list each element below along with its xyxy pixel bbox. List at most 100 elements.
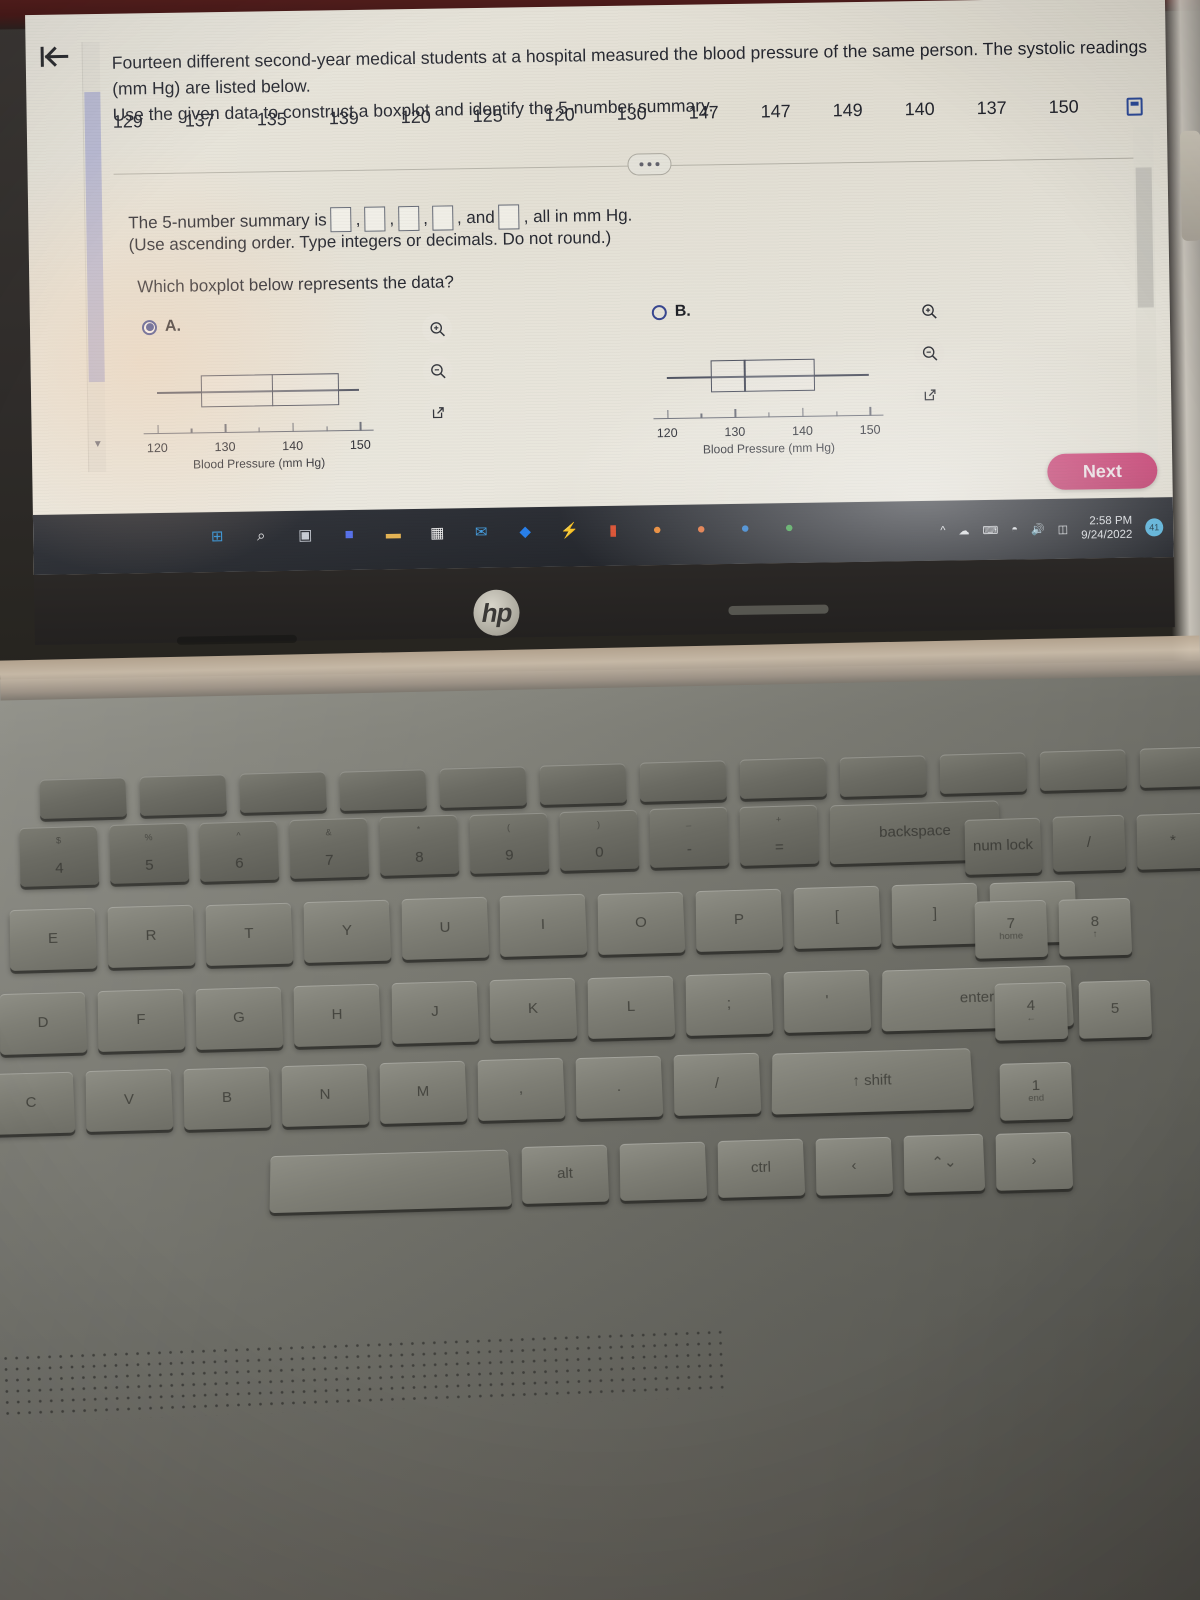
key-4[interactable]: $4 bbox=[19, 825, 100, 887]
key-blank[interactable] bbox=[739, 757, 827, 800]
key--[interactable]: / bbox=[673, 1052, 762, 1116]
clock[interactable]: 2:58 PM 9/24/2022 bbox=[1081, 514, 1133, 543]
key-n[interactable]: N bbox=[281, 1063, 370, 1127]
onedrive-icon[interactable]: ☁ bbox=[958, 524, 969, 537]
next-button[interactable]: Next bbox=[1047, 452, 1158, 491]
option-a-radio[interactable] bbox=[141, 319, 158, 335]
key-ctrl[interactable]: ctrl bbox=[717, 1139, 806, 1199]
chrome-icon[interactable]: ● bbox=[775, 513, 803, 541]
search-icon[interactable]: ⌕ bbox=[247, 521, 275, 549]
microsoft-store-icon[interactable]: ▦ bbox=[423, 518, 451, 546]
key-num-lock[interactable]: num lock bbox=[964, 817, 1043, 875]
dropbox-icon[interactable]: ◆ bbox=[511, 517, 539, 545]
key-blank[interactable] bbox=[339, 768, 427, 811]
key-d[interactable]: D bbox=[0, 991, 88, 1055]
show-hidden-icons[interactable]: ^ bbox=[940, 525, 945, 537]
key-6[interactable]: ^ 6 bbox=[199, 820, 280, 882]
key-blank[interactable] bbox=[439, 766, 527, 808]
key-blank[interactable] bbox=[939, 752, 1027, 794]
key-blank[interactable] bbox=[139, 774, 227, 817]
key--[interactable]: . bbox=[575, 1055, 664, 1119]
zoom-in-icon[interactable] bbox=[421, 313, 453, 344]
key-blank[interactable] bbox=[239, 771, 327, 814]
summary-input-4[interactable] bbox=[431, 205, 454, 231]
summary-input-2[interactable] bbox=[364, 206, 386, 232]
key-b[interactable]: B bbox=[183, 1066, 272, 1130]
option-b-radio[interactable] bbox=[651, 304, 667, 320]
key-blank[interactable] bbox=[39, 777, 127, 819]
key-k[interactable]: K bbox=[489, 978, 578, 1042]
key--[interactable]: , bbox=[477, 1058, 566, 1122]
key--[interactable]: / bbox=[1052, 815, 1127, 873]
expand-icon[interactable] bbox=[914, 379, 946, 411]
key-blank[interactable] bbox=[639, 760, 727, 803]
key-blank[interactable] bbox=[269, 1149, 513, 1214]
zoom-out-icon[interactable] bbox=[914, 337, 945, 369]
key-blank[interactable] bbox=[619, 1141, 708, 1202]
back-to-start-icon[interactable] bbox=[31, 34, 76, 79]
key-h[interactable]: H bbox=[293, 983, 382, 1047]
flash-icon[interactable]: ⚡ bbox=[555, 516, 583, 544]
key-5[interactable]: % 5 bbox=[109, 823, 190, 885]
key--[interactable]: + = bbox=[739, 804, 820, 866]
key-blank[interactable] bbox=[839, 754, 927, 797]
key-y[interactable]: Y bbox=[303, 899, 392, 963]
key-5[interactable]: 5 bbox=[1078, 979, 1153, 1039]
file-explorer-icon[interactable]: ▬ bbox=[379, 519, 407, 547]
key-c[interactable]: C bbox=[0, 1071, 76, 1135]
zoom-in-icon[interactable] bbox=[913, 295, 945, 327]
scrollbar-thumb-right[interactable] bbox=[1135, 167, 1154, 308]
firefox-icon[interactable]: ● bbox=[643, 515, 671, 543]
edge-icon[interactable]: ● bbox=[731, 514, 759, 542]
key--[interactable]: * bbox=[1136, 812, 1200, 870]
scrollbar-thumb[interactable] bbox=[84, 91, 105, 383]
option-a-tools[interactable] bbox=[421, 313, 454, 428]
key-8[interactable]: * 8 bbox=[379, 815, 460, 877]
option-b-header[interactable]: B. bbox=[651, 300, 882, 322]
taskbar-icons[interactable]: ⊞ ⌕ ▣ ■ ▬ ▦ ✉ ◆ ⚡ ▮ ● ● ● ● bbox=[203, 513, 803, 550]
option-b-tools[interactable] bbox=[913, 295, 946, 411]
key-9[interactable]: (9 bbox=[469, 812, 550, 874]
key-1[interactable]: 1 end bbox=[999, 1061, 1074, 1121]
key--[interactable]: › bbox=[995, 1131, 1074, 1191]
key-f[interactable]: F bbox=[97, 988, 186, 1053]
key--[interactable]: ' bbox=[783, 969, 872, 1034]
key-4[interactable]: 4 ← bbox=[994, 981, 1069, 1041]
key-u[interactable]: U bbox=[401, 896, 490, 961]
copy-to-clipboard-icon[interactable] bbox=[1126, 97, 1143, 116]
zoom-out-icon[interactable] bbox=[422, 355, 453, 386]
battery-icon[interactable]: ◫ bbox=[1058, 522, 1069, 535]
key-i[interactable]: I bbox=[499, 894, 588, 958]
wifi-icon[interactable]: ◓ bbox=[1011, 524, 1018, 536]
expand-icon[interactable] bbox=[423, 397, 454, 428]
key-r[interactable]: R bbox=[107, 904, 196, 969]
volume-icon[interactable]: 🔊 bbox=[1031, 523, 1045, 536]
key-7[interactable]: 7 home bbox=[974, 899, 1049, 959]
key-blank[interactable] bbox=[1139, 746, 1200, 789]
mail-icon[interactable]: ✉ bbox=[467, 518, 495, 546]
key-blank[interactable] bbox=[1039, 749, 1127, 792]
task-view-icon[interactable]: ▣ bbox=[291, 521, 319, 549]
key-v[interactable]: V bbox=[85, 1068, 174, 1133]
key-0[interactable]: ) 0 bbox=[559, 809, 640, 871]
key--[interactable]: _ - bbox=[649, 807, 730, 869]
key-l[interactable]: L bbox=[587, 975, 676, 1039]
key-p[interactable]: P bbox=[695, 888, 784, 952]
key-8[interactable]: 8 ↑ bbox=[1058, 897, 1133, 957]
key-o[interactable]: O bbox=[597, 891, 686, 955]
key--[interactable]: ⌃⌄ bbox=[903, 1134, 986, 1194]
touch-keyboard-icon[interactable]: ⌨ bbox=[982, 523, 998, 536]
key--shift[interactable]: ↑ shift bbox=[771, 1048, 974, 1115]
firefox-developer-icon[interactable]: ● bbox=[687, 514, 715, 542]
key-7[interactable]: & 7 bbox=[289, 817, 370, 879]
system-tray[interactable]: ^ ☁ ⌨ ◓ 🔊 ◫ 2:58 PM 9/24/2022 41 bbox=[940, 505, 1164, 552]
more-options-button[interactable] bbox=[627, 152, 672, 176]
summary-input-3[interactable] bbox=[397, 205, 420, 232]
keyboard[interactable]: $4% 5 ^ 6 & 7 * 8(9) 0 _ - + = backspace num lock / * E R T… bbox=[0, 746, 1200, 1214]
key-j[interactable]: J bbox=[391, 980, 480, 1045]
start-windows-icon[interactable]: ⊞ bbox=[203, 522, 231, 550]
key-g[interactable]: G bbox=[195, 986, 284, 1050]
key-t[interactable]: T bbox=[205, 902, 294, 966]
option-a[interactable]: A. 120 130 140 150 Blood Pressure (mm Hg) bbox=[141, 315, 374, 471]
office-icon[interactable]: ▮ bbox=[599, 516, 627, 544]
